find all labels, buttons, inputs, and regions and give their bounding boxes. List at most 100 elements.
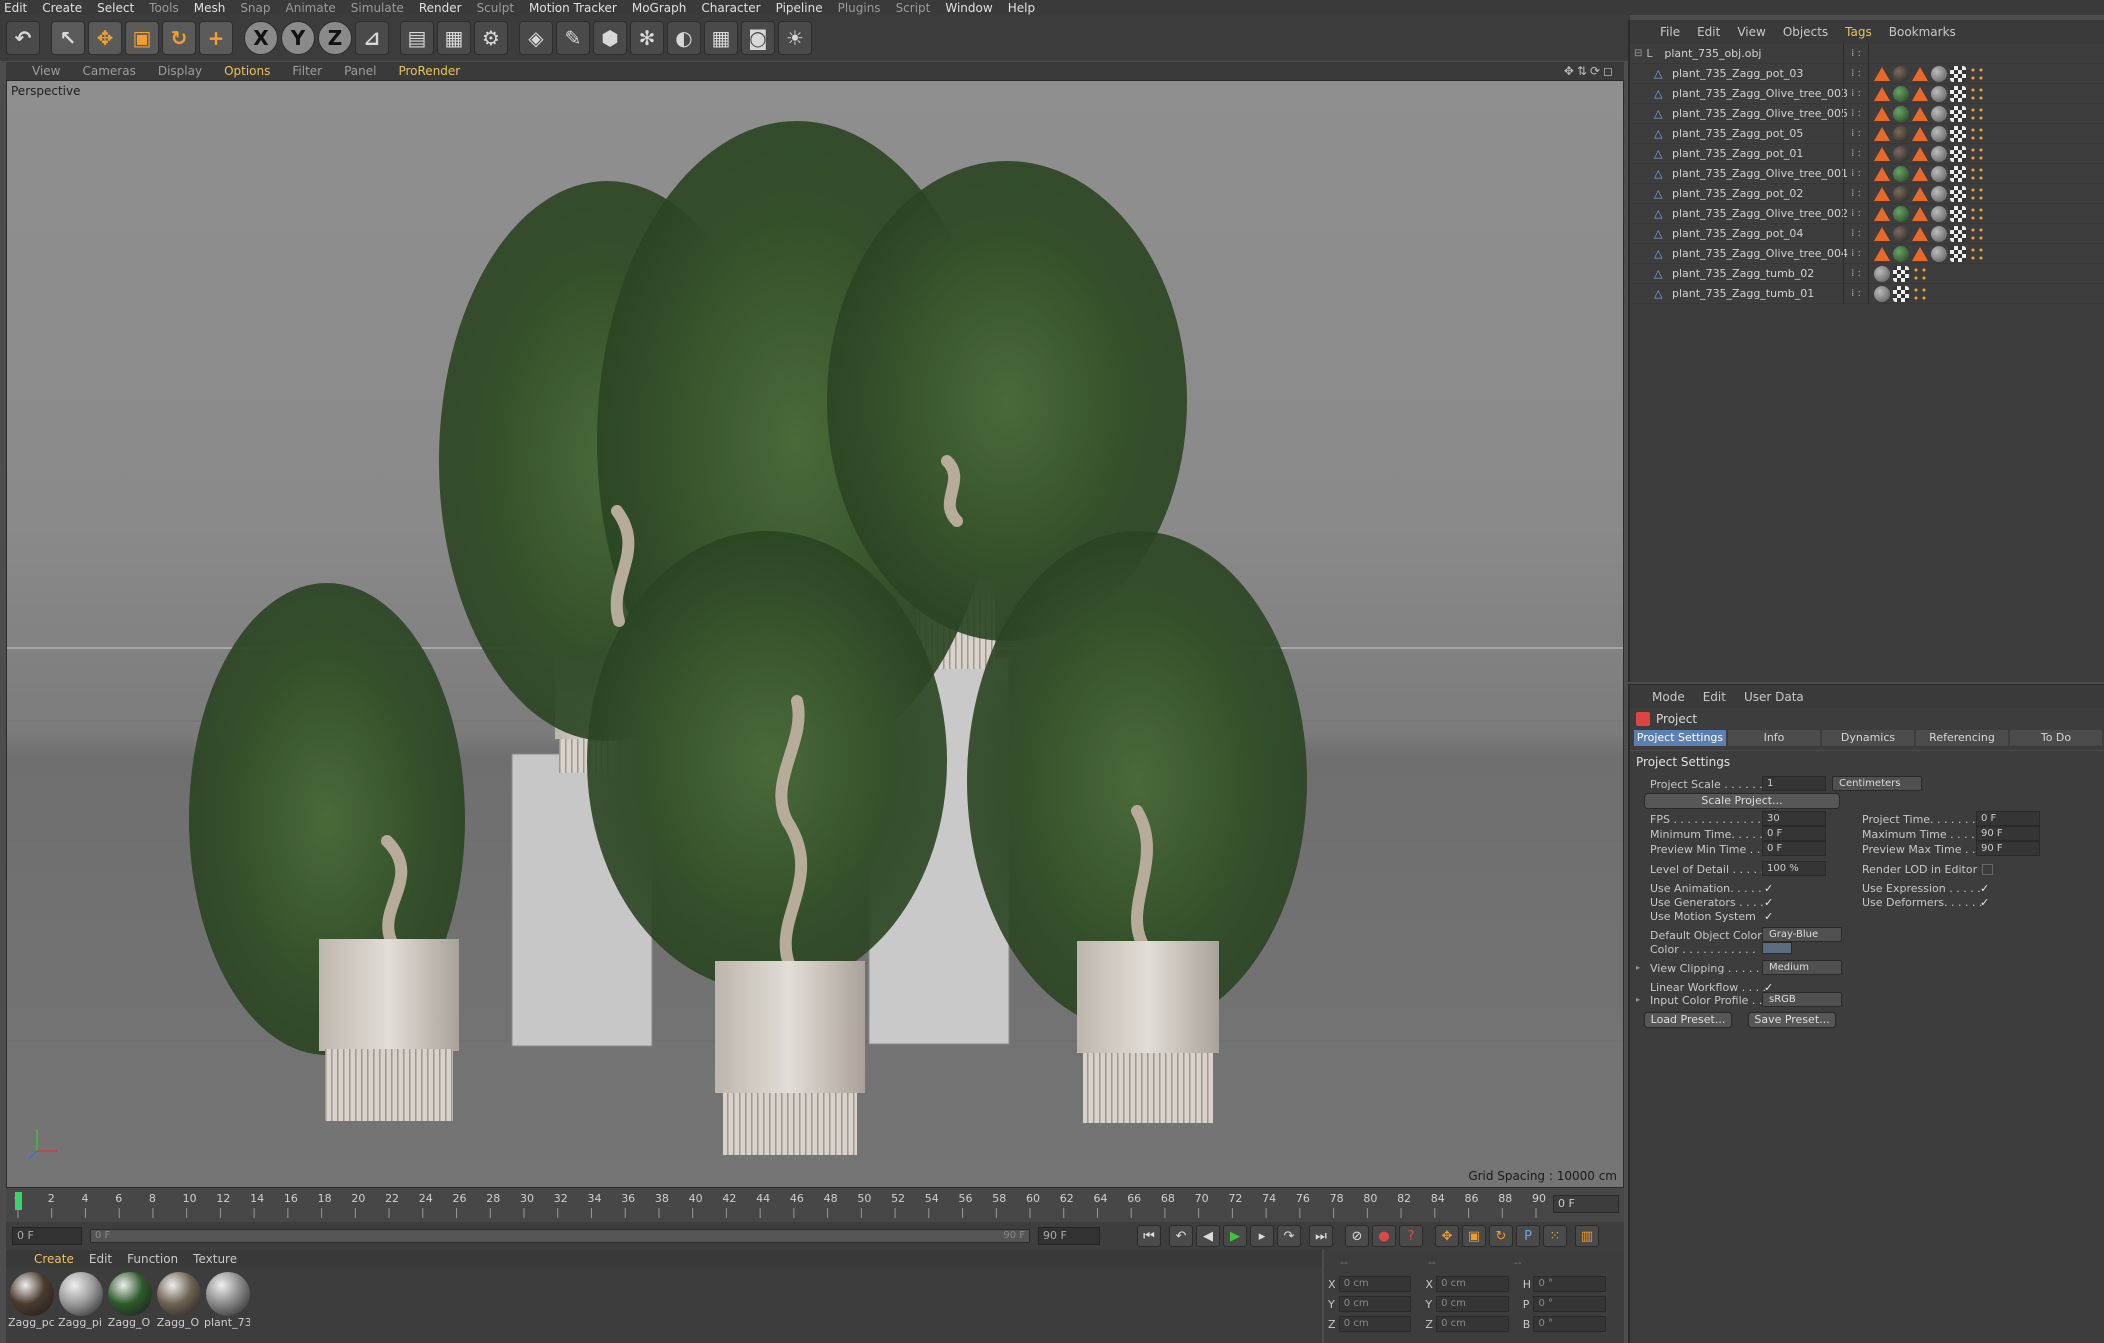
viewport-menu-panel[interactable]: Panel [344,64,376,78]
prev-key-icon[interactable]: ↶ [1169,1225,1193,1247]
y-axis-lock-icon[interactable]: Y [281,21,315,55]
selection-tag-icon[interactable] [1912,285,1928,302]
undo-icon[interactable]: ↶ [6,21,40,55]
load-preset-button[interactable]: Load Preset... [1644,1012,1732,1028]
current-frame-field[interactable]: 0 F [1553,1195,1619,1213]
viewport-menu-cameras[interactable]: Cameras [82,64,135,78]
expand-arrow-icon[interactable]: ▸ [1636,963,1640,972]
project-time-field[interactable]: 0 F [1976,811,2040,826]
material-menu-texture[interactable]: Texture [193,1252,237,1266]
attribute-menu-mode[interactable]: Mode [1652,690,1685,704]
material-tag-icon[interactable] [1931,125,1947,142]
object-menu-bookmarks[interactable]: Bookmarks [1889,25,1956,39]
object-row[interactable]: △ plant_735_Zagg_pot_02 ⁞ : [1630,183,2104,204]
viewport-menu-view[interactable]: View [32,64,60,78]
selection-tag-icon[interactable] [1969,65,1985,82]
play-icon[interactable]: ▶ [1223,1225,1247,1247]
phong-tag-icon[interactable] [1874,106,1890,121]
material-preview-ball[interactable] [157,1272,201,1316]
menu-window[interactable]: Window [945,1,992,15]
phong-tag-icon[interactable] [1874,146,1890,161]
material-tag-icon[interactable] [1893,205,1909,222]
material-item[interactable]: Zagg_pc [8,1272,56,1329]
menu-simulate[interactable]: Simulate [351,1,404,15]
material-menu-create[interactable]: Create [34,1252,74,1266]
uvw-tag-icon[interactable] [1893,285,1909,302]
material-name[interactable]: Zagg_pi [57,1316,103,1329]
material-name[interactable]: Zagg_O [155,1316,201,1329]
uvw-tag-icon[interactable] [1950,125,1966,142]
object-row[interactable]: △ plant_735_Zagg_tumb_02 ⁞ : [1630,263,2104,284]
scale-project-button[interactable]: Scale Project... [1644,793,1840,809]
material-item[interactable]: Zagg_O [106,1272,154,1329]
visibility-dots[interactable]: ⁞ : [1843,263,1869,284]
visibility-dots[interactable]: ⁞ : [1843,203,1869,224]
phong-tag-icon[interactable] [1874,126,1890,141]
edit-render-settings-icon[interactable]: ⚙ [474,21,508,55]
visibility-dots[interactable]: ⁞ : [1843,63,1869,84]
material-tag-icon[interactable] [1893,125,1909,142]
uvw-tag-icon[interactable] [1950,165,1966,182]
visibility-dots[interactable]: ⁞ : [1843,183,1869,204]
object-row[interactable]: △ plant_735_Zagg_tumb_01 ⁞ : [1630,283,2104,304]
view-clipping-dropdown[interactable]: Medium [1762,960,1842,975]
preview-range-slider[interactable]: 0 F 90 F [90,1229,1030,1243]
timeline-ticks[interactable]: 0246810121416182022242628303234363840424… [6,1188,1546,1222]
tab-project-settings[interactable]: Project Settings [1634,730,1726,746]
material-tag-icon[interactable] [1893,245,1909,262]
object-menu-view[interactable]: View [1737,25,1765,39]
menu-script[interactable]: Script [896,1,931,15]
key-rotation-icon[interactable]: ↻ [1489,1225,1513,1247]
preview-min-field[interactable]: 0 F [1762,841,1826,856]
material-tag-icon[interactable] [1893,185,1909,202]
object-row[interactable]: △ plant_735_Zagg_pot_05 ⁞ : [1630,123,2104,144]
expand-arrow-icon[interactable]: ▸ [1636,995,1640,1004]
perspective-viewport[interactable]: Perspective Grid Spacing: 10000 cm [6,80,1624,1188]
subdivision-icon[interactable]: ⬢ [593,21,627,55]
start-frame-field[interactable]: 0 F [12,1227,82,1245]
phong-tag-icon[interactable] [1874,66,1890,81]
menu-plugins[interactable]: Plugins [838,1,881,15]
phong-tag-icon[interactable] [1874,86,1890,101]
material-tag-icon[interactable] [1893,105,1909,122]
uvw-tag-icon[interactable] [1950,245,1966,262]
use-motion-checkbox[interactable]: ✓ [1764,911,1775,922]
object-row[interactable]: △ plant_735_Zagg_Olive_tree_001 ⁞ : [1630,163,2104,184]
uvw-tag-icon[interactable] [1950,65,1966,82]
menu-snap[interactable]: Snap [240,1,270,15]
selection-tag-icon[interactable] [1969,245,1985,262]
render-view-icon[interactable]: ▤ [400,21,434,55]
material-menu-edit[interactable]: Edit [89,1252,112,1266]
rotate-tool-icon[interactable]: ↻ [162,21,196,55]
uvw-tag-icon[interactable] [1950,85,1966,102]
object-row[interactable]: △ plant_735_Zagg_pot_01 ⁞ : [1630,143,2104,164]
keyframe-selection-icon[interactable]: ⊘ [1345,1225,1369,1247]
viewport-menu-display[interactable]: Display [158,64,202,78]
material-tag-icon[interactable] [1931,245,1947,262]
position-x-field[interactable]: 0 cm [1338,1276,1412,1292]
viewport-menu-filter[interactable]: Filter [292,64,322,78]
object-root-row[interactable]: ⊟ L plant_735_obj.obj ⁞ : [1630,43,2104,64]
collapse-icon[interactable]: ⊟ [1634,48,1642,59]
autokey-icon[interactable]: ? [1399,1225,1423,1247]
minimum-time-field[interactable]: 0 F [1762,826,1826,841]
color-swatch[interactable] [1762,942,1792,954]
visibility-dots[interactable]: ⁞ : [1843,163,1869,184]
object-menu-objects[interactable]: Objects [1783,25,1828,39]
key-position-icon[interactable]: ✥ [1435,1225,1459,1247]
timeline-icon[interactable]: ▥ [1575,1225,1599,1247]
coordinate-system-icon[interactable]: ⊿ [355,21,389,55]
go-to-end-icon[interactable]: ⏭ [1309,1225,1333,1247]
rotation-h-field[interactable]: 0 ° [1533,1276,1607,1292]
tab-info[interactable]: Info [1728,730,1820,746]
pen-spline-icon[interactable]: ✎ [556,21,590,55]
rotation-b-field[interactable]: 0 ° [1533,1316,1607,1332]
object-row[interactable]: △ plant_735_Zagg_Olive_tree_004 ⁞ : [1630,243,2104,264]
material-tag-icon[interactable] [1874,285,1890,302]
visibility-dots[interactable]: ⁞ : [1843,43,1869,64]
camera-icon[interactable]: ◙ [741,21,775,55]
selection-tag-icon[interactable] [1969,205,1985,222]
object-row[interactable]: △ plant_735_Zagg_pot_04 ⁞ : [1630,223,2104,244]
phong-tag-icon[interactable] [1912,106,1928,121]
visibility-dots[interactable]: ⁞ : [1843,243,1869,264]
